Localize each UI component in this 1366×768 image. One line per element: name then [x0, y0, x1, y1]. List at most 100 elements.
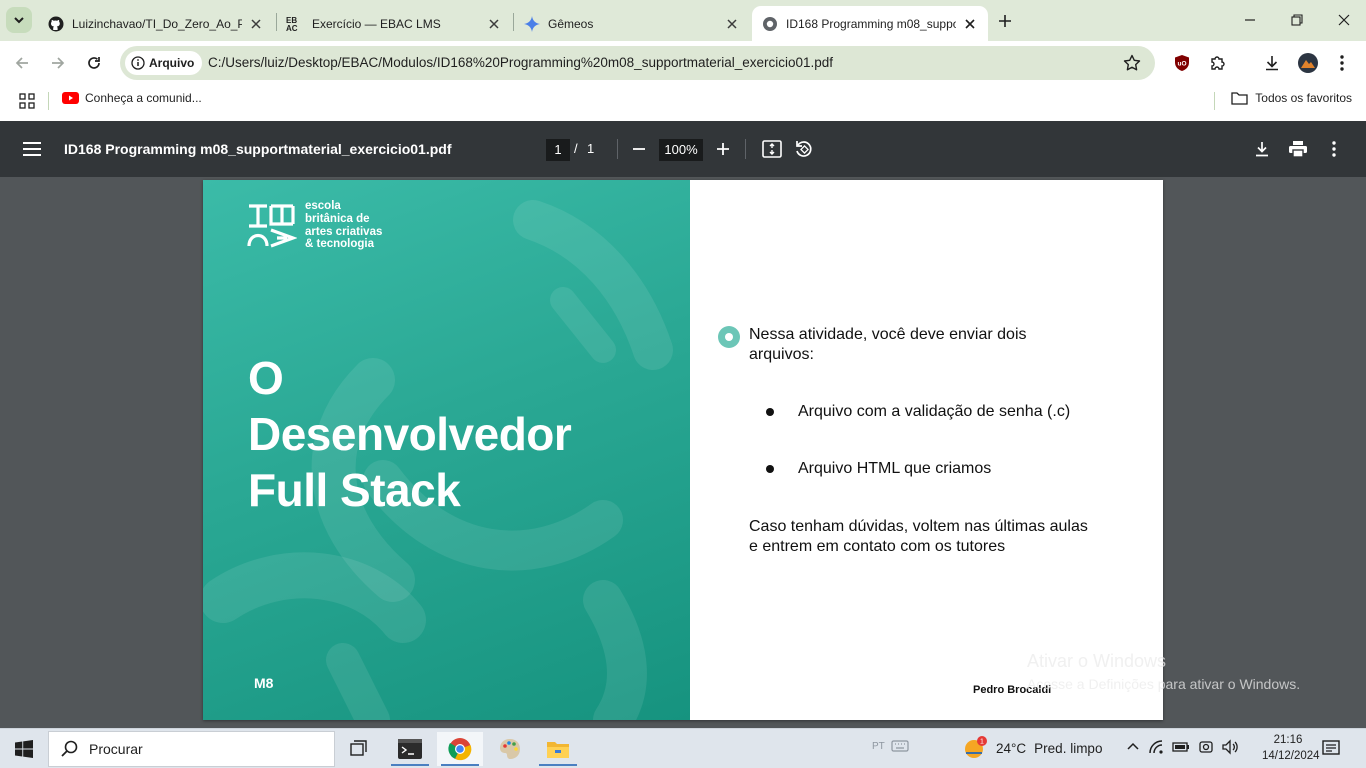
- ebac-logo-icon: [247, 204, 297, 248]
- clock-date: 14/12/2024: [1262, 750, 1320, 762]
- window-close-button[interactable]: [1332, 8, 1356, 32]
- volume-icon[interactable]: [1222, 739, 1240, 755]
- zoom-out-button[interactable]: [628, 137, 650, 161]
- pdf-more-options-button[interactable]: [1322, 137, 1346, 161]
- pdf-viewport[interactable]: escola britânica de artes criativas & te…: [0, 177, 1366, 728]
- input-language[interactable]: PT: [872, 741, 885, 752]
- keyboard-icon[interactable]: [891, 739, 909, 753]
- arrow-right-icon: [52, 57, 65, 69]
- tab-strip: Luizinchavao/TI_Do_Zero_Ao_Pro EB AC Exer…: [0, 0, 1366, 41]
- star-icon: [1123, 54, 1141, 71]
- gemini-icon: [524, 15, 540, 32]
- weather-temperature: 24°C: [996, 740, 1027, 756]
- back-button[interactable]: [10, 51, 34, 75]
- list-item: Arquivo com a validação de senha (.c): [766, 402, 1088, 422]
- tab-label: Exercício — EBAC LMS: [312, 16, 441, 31]
- weather-sun-icon: 1: [965, 736, 987, 758]
- print-icon: [1289, 141, 1307, 157]
- tab-github[interactable]: Luizinchavao/TI_Do_Zero_Ao_Pro: [38, 6, 274, 41]
- close-icon[interactable]: [962, 16, 978, 32]
- page-total: 1: [587, 141, 595, 156]
- tab-label: Gêmeos: [548, 16, 594, 31]
- site-info-chip[interactable]: Arquivo: [125, 51, 203, 75]
- pdf-toolbar: ID168 Programming m08_supportmaterial_ex…: [0, 121, 1366, 177]
- svg-text:uO: uO: [1177, 61, 1186, 68]
- list-item-text: Arquivo com a validação de senha (.c): [798, 403, 1071, 420]
- close-icon[interactable]: [486, 16, 502, 32]
- apps-grid-icon: [19, 93, 35, 109]
- pdf-print-button[interactable]: [1286, 137, 1310, 161]
- github-icon: [48, 16, 64, 31]
- zoom-in-button[interactable]: [712, 137, 734, 161]
- logo-line: artes criativas: [305, 225, 383, 238]
- reload-icon: [88, 57, 100, 69]
- profile-button[interactable]: [1296, 51, 1320, 75]
- taskbar-chrome[interactable]: [437, 732, 483, 766]
- headline-line: Desenvolvedor: [248, 408, 572, 460]
- zoom-input[interactable]: 100%: [659, 139, 703, 161]
- windows-taskbar: Procurar PT 1 24°C Pred. limpo 21:16 14/…: [0, 728, 1366, 768]
- taskbar-terminal[interactable]: [387, 732, 433, 766]
- notification-icon[interactable]: [1322, 739, 1340, 757]
- logo-line: britânica de: [305, 212, 370, 225]
- pdf-sidebar-menu-button[interactable]: [20, 137, 44, 161]
- taskbar-search-box[interactable]: Procurar: [48, 731, 335, 767]
- taskbar-file-explorer[interactable]: [535, 732, 581, 766]
- minimize-icon: [1245, 19, 1255, 21]
- reload-button[interactable]: [82, 51, 106, 75]
- close-icon[interactable]: [248, 16, 264, 32]
- download-icon: [1266, 56, 1278, 71]
- list-item-text: Arquivo HTML que criamos: [798, 460, 992, 477]
- more-vertical-icon: [1340, 55, 1344, 71]
- battery-icon[interactable]: [1172, 740, 1190, 754]
- bullet-circle-icon: [718, 326, 740, 348]
- wifi-icon[interactable]: [1148, 739, 1164, 755]
- toolbar-divider: [745, 139, 746, 159]
- windows-logo-icon: [15, 740, 33, 758]
- extensions-button[interactable]: [1206, 51, 1230, 75]
- task-view-button[interactable]: [337, 732, 383, 766]
- ublock-extension-button[interactable]: uO: [1170, 51, 1194, 75]
- tab-gemini[interactable]: Gêmeos: [514, 6, 750, 41]
- bookmark-youtube[interactable]: Conheça a comunid...: [62, 91, 202, 105]
- search-icon: [61, 740, 78, 757]
- window-restore-button[interactable]: [1285, 8, 1309, 32]
- tab-pdf[interactable]: ID168 Programming m08_supportmaterial_ex…: [752, 6, 988, 41]
- address-bar[interactable]: Arquivo C:/Users/luiz/Desktop/EBAC/Modul…: [120, 46, 1155, 80]
- bookmark-star-button[interactable]: [1121, 52, 1143, 74]
- tab-search-button[interactable]: [6, 7, 32, 33]
- author-name: Pedro Brocaldi: [973, 684, 1052, 696]
- taskbar-paint[interactable]: [487, 732, 533, 766]
- downloads-button[interactable]: [1260, 51, 1284, 75]
- headline-line: Full Stack: [248, 464, 461, 516]
- close-icon[interactable]: [724, 16, 740, 32]
- start-button[interactable]: [14, 739, 34, 759]
- tab-ebac[interactable]: EB AC Exercício — EBAC LMS: [276, 6, 512, 41]
- page-number-input[interactable]: 1: [546, 139, 570, 161]
- url-text[interactable]: C:/Users/luiz/Desktop/EBAC/Modulos/ID168…: [208, 55, 833, 70]
- plus-icon: [999, 15, 1011, 27]
- chrome-menu-button[interactable]: [1330, 51, 1354, 75]
- search-placeholder: Procurar: [89, 741, 143, 757]
- browser-toolbar: Arquivo C:/Users/luiz/Desktop/EBAC/Modul…: [0, 41, 1366, 85]
- new-tab-button[interactable]: [994, 10, 1016, 32]
- pdf-download-button[interactable]: [1250, 137, 1274, 161]
- rotate-button[interactable]: [793, 137, 815, 161]
- slide-cover-panel: escola britânica de artes criativas & te…: [203, 180, 690, 720]
- camera-icon[interactable]: [1198, 739, 1214, 755]
- apps-button[interactable]: [17, 91, 37, 111]
- bookmark-separator: [1214, 92, 1215, 110]
- logo-line: escola: [305, 200, 341, 212]
- download-icon: [1256, 142, 1268, 157]
- all-bookmarks-button[interactable]: Todos os favoritos: [1231, 91, 1352, 105]
- chevron-up-icon[interactable]: [1126, 740, 1140, 754]
- task-view-icon: [350, 740, 367, 756]
- logo-line: & tecnologia: [305, 238, 375, 251]
- bookmark-label: Conheça a comunid...: [85, 91, 202, 105]
- forward-button[interactable]: [46, 51, 70, 75]
- fit-to-page-button[interactable]: [760, 137, 784, 161]
- window-minimize-button[interactable]: [1238, 8, 1262, 32]
- taskbar-clock[interactable]: 21:16 14/12/2024: [1262, 732, 1320, 764]
- weather-widget[interactable]: 1 24°C Pred. limpo: [962, 735, 1102, 761]
- svg-text:AC: AC: [286, 24, 298, 32]
